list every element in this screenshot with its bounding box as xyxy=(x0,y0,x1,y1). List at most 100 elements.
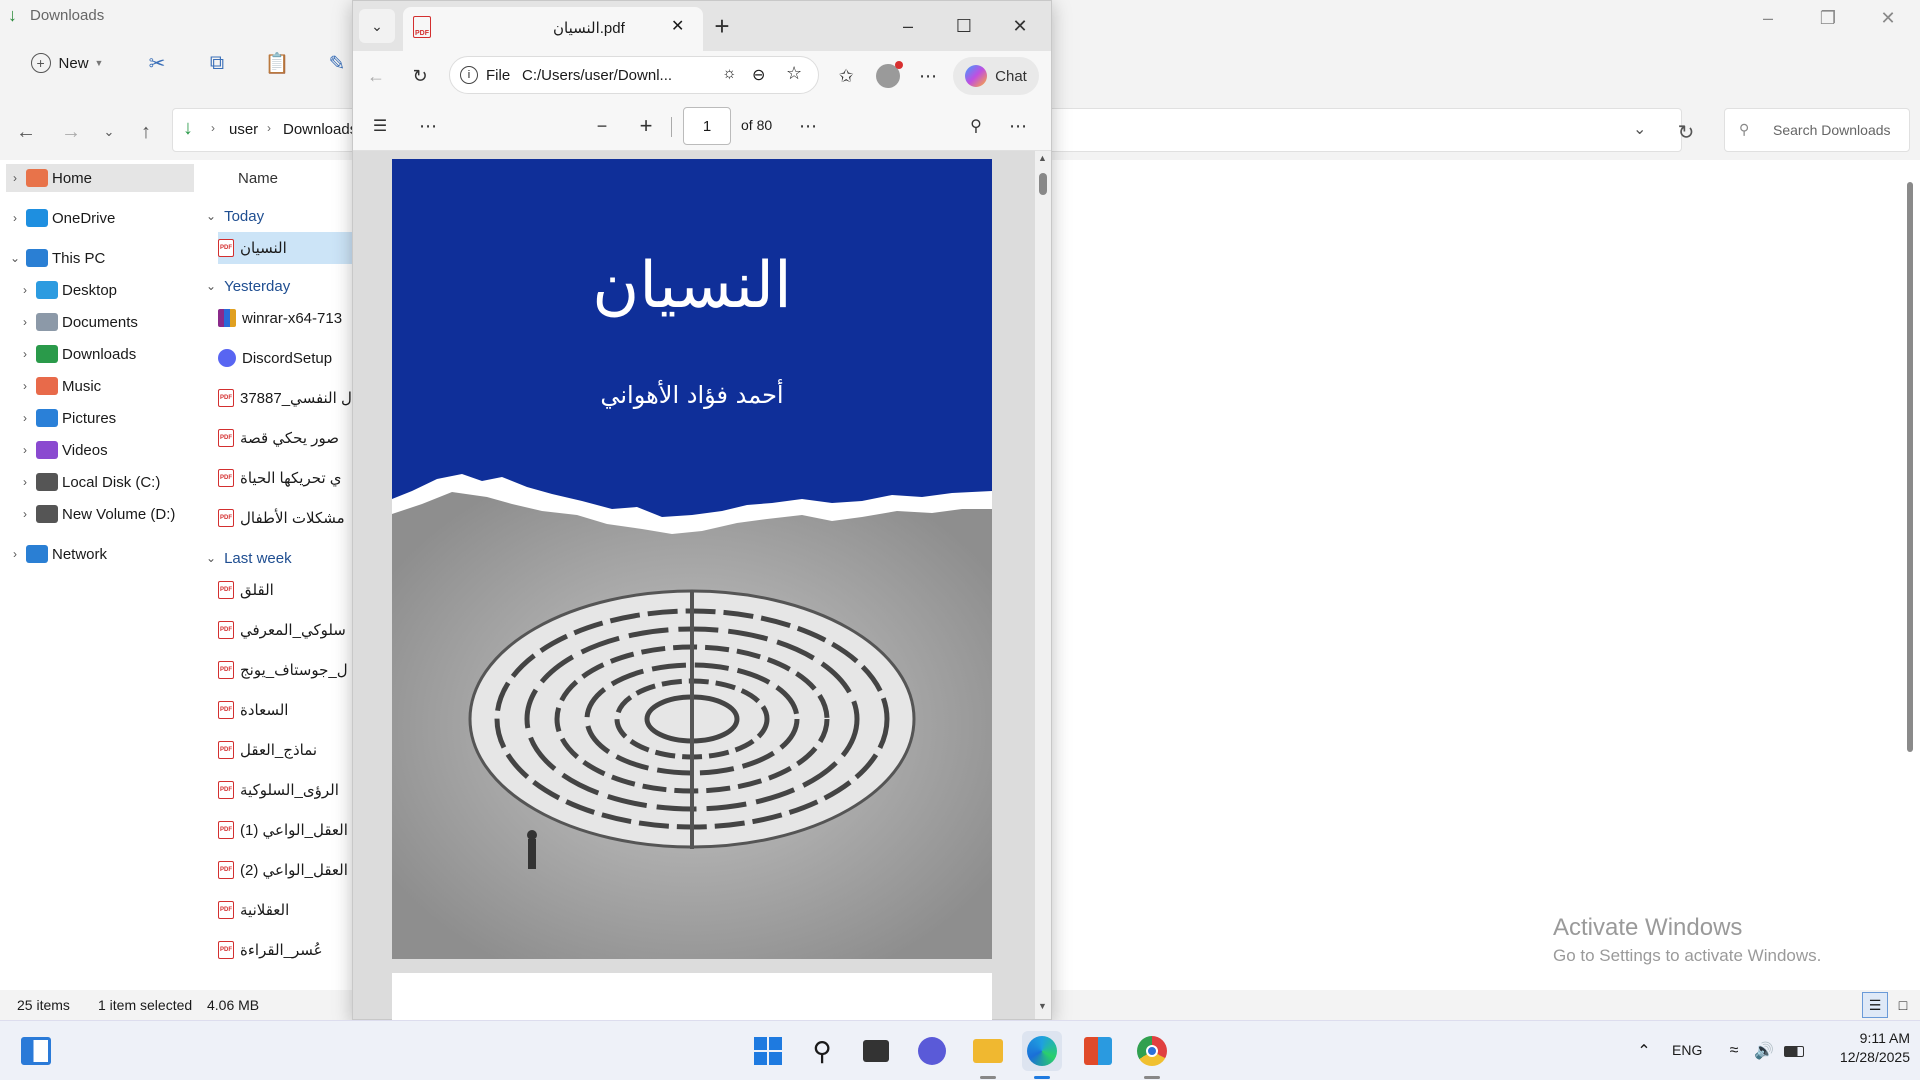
chevron-right-icon[interactable]: › xyxy=(16,507,34,521)
page-number-input[interactable]: 1 xyxy=(683,107,731,145)
new-tab-button[interactable]: + xyxy=(707,11,737,41)
file-item[interactable]: PDF العقل_الواعي (1) xyxy=(218,814,358,846)
chevron-right-icon[interactable]: › xyxy=(6,171,24,185)
new-button[interactable]: + New ▼ xyxy=(22,46,112,80)
breadcrumb-user[interactable]: user xyxy=(229,121,258,138)
read-aloud-icon[interactable]: ☼ xyxy=(722,65,737,83)
sidebar-item-documents[interactable]: › Documents xyxy=(16,308,194,336)
close-button[interactable]: ✕ xyxy=(1860,0,1916,36)
restore-button[interactable]: ❐ xyxy=(1800,0,1856,36)
pdf-overflow-button[interactable]: ⋯ xyxy=(1003,111,1033,141)
pdf-scrollbar[interactable]: ▲ ▼ xyxy=(1035,151,1051,1019)
edge-minimize-button[interactable]: – xyxy=(893,11,923,41)
sidebar-item-downloads[interactable]: › Downloads xyxy=(16,340,194,368)
contents-button[interactable]: ☰ xyxy=(365,111,395,141)
zoom-out-button[interactable]: − xyxy=(587,111,617,141)
file-item[interactable]: PDF ل النفسي_37887 xyxy=(218,382,358,414)
group-header-yesterday[interactable]: ⌄ Yesterday xyxy=(206,274,290,298)
battery-button[interactable] xyxy=(1774,1031,1814,1071)
group-header-last-week[interactable]: ⌄ Last week xyxy=(206,546,292,570)
tab-close-icon[interactable]: ✕ xyxy=(671,16,684,36)
widgets-button[interactable] xyxy=(16,1031,56,1071)
copilot-chat-button[interactable]: Chat xyxy=(953,57,1039,95)
back-button[interactable]: ← xyxy=(10,118,42,146)
minimize-button[interactable]: – xyxy=(1740,0,1796,36)
tab-actions-button[interactable]: ⌄ xyxy=(359,9,395,43)
edge-maximize-button[interactable]: ☐ xyxy=(949,11,979,41)
file-item[interactable]: PDF الرؤى_السلوكية xyxy=(218,774,358,806)
find-button[interactable]: ⚲ xyxy=(961,111,991,141)
chevron-right-icon[interactable]: › xyxy=(16,283,34,297)
file-item[interactable]: PDF النسيان xyxy=(218,232,358,264)
sidebar-item-music[interactable]: › Music xyxy=(16,372,194,400)
store-button[interactable] xyxy=(1078,1031,1118,1071)
sidebar-item-onedrive[interactable]: › OneDrive xyxy=(6,204,194,232)
chevron-right-icon[interactable]: › xyxy=(16,379,34,393)
edge-close-button[interactable]: ✕ xyxy=(1005,11,1035,41)
tiles-view-button[interactable]: □ xyxy=(1890,992,1916,1018)
chat-app-button[interactable] xyxy=(912,1031,952,1071)
details-view-button[interactable]: ☰ xyxy=(1862,992,1888,1018)
up-button[interactable]: ↑ xyxy=(130,118,162,146)
file-item[interactable]: PDF سلوكي_المعرفي xyxy=(218,614,358,646)
rename-button[interactable]: ✎ xyxy=(320,46,354,80)
sidebar-item-desktop[interactable]: › Desktop xyxy=(16,276,194,304)
page-more-button[interactable]: ⋯ xyxy=(793,111,823,141)
file-item[interactable]: PDF ل_جوستاف_يونج xyxy=(218,654,358,686)
chevron-right-icon[interactable]: › xyxy=(16,347,34,361)
language-indicator[interactable]: ENG xyxy=(1672,1042,1702,1058)
file-item[interactable]: DiscordSetup xyxy=(218,342,358,374)
sidebar-item-videos[interactable]: › Videos xyxy=(16,436,194,464)
file-item[interactable]: PDF عُسر_القراءة xyxy=(218,934,358,966)
edge-button[interactable] xyxy=(1022,1031,1062,1079)
address-bar[interactable]: i File C:/Users/user/Downl... ☼ ⊖ ☆ xyxy=(449,56,819,94)
sidebar-item-pictures[interactable]: › Pictures xyxy=(16,404,194,432)
column-header-name[interactable]: Name xyxy=(238,170,278,187)
favorites-button[interactable]: ✩ xyxy=(831,61,861,91)
explorer-scrollbar[interactable] xyxy=(1907,182,1913,752)
chevron-right-icon[interactable]: › xyxy=(6,547,24,561)
recent-locations-button[interactable]: ⌄ xyxy=(93,118,125,146)
copy-button[interactable]: ⧉ xyxy=(200,46,234,80)
zoom-out-icon[interactable]: ⊖ xyxy=(752,65,765,85)
file-item[interactable]: PDF ي تحريكها الحياة xyxy=(218,462,358,494)
clock[interactable]: 9:11 AM 12/28/2025 xyxy=(1820,1029,1910,1067)
file-item[interactable]: PDF نماذج_العقل xyxy=(218,734,358,766)
scrollbar-thumb[interactable] xyxy=(1039,173,1047,195)
file-explorer-button[interactable] xyxy=(968,1031,1008,1079)
start-button[interactable] xyxy=(748,1031,788,1071)
chevron-down-icon[interactable]: ⌄ xyxy=(6,251,24,265)
file-item[interactable]: PDF العقل_الواعي (2) xyxy=(218,854,358,886)
chevron-right-icon[interactable]: › xyxy=(16,475,34,489)
more-menu-button[interactable]: ⋯ xyxy=(913,61,943,91)
file-item[interactable]: PDF القلق xyxy=(218,574,358,606)
browser-back-button[interactable]: ← xyxy=(361,61,391,91)
file-item[interactable]: winrar-x64-713 xyxy=(218,302,358,334)
sidebar-item-new-volume-d[interactable]: › New Volume (D:) xyxy=(16,500,194,528)
pdf-more-button[interactable]: ⋯ xyxy=(413,111,443,141)
favorite-star-icon[interactable]: ☆ xyxy=(786,63,802,84)
sidebar-item-home[interactable]: › Home xyxy=(6,164,194,192)
search-input[interactable]: ⚲ Search Downloads xyxy=(1724,108,1910,152)
sidebar-item-network[interactable]: › Network xyxy=(6,540,194,568)
task-view-button[interactable] xyxy=(856,1031,896,1071)
chevron-right-icon[interactable]: › xyxy=(16,315,34,329)
group-header-today[interactable]: ⌄ Today xyxy=(206,204,264,228)
search-button[interactable]: ⚲ xyxy=(802,1031,842,1071)
forward-button[interactable]: → xyxy=(55,118,87,146)
chevron-right-icon[interactable]: › xyxy=(6,211,24,225)
sidebar-item-local-disk-c[interactable]: › Local Disk (C:) xyxy=(16,468,194,496)
paste-button[interactable]: 📋 xyxy=(260,46,294,80)
sidebar-item-this-pc[interactable]: ⌄ This PC xyxy=(6,244,194,272)
breadcrumb-downloads[interactable]: Downloads xyxy=(283,121,357,138)
cut-button[interactable]: ✂ xyxy=(140,46,174,80)
refresh-button[interactable]: ↻ xyxy=(1670,118,1702,146)
file-item[interactable]: PDF العقلانية xyxy=(218,894,358,926)
tab-pdf[interactable]: PDF النسيان.pdf ✕ xyxy=(403,7,703,51)
chrome-button[interactable] xyxy=(1132,1031,1172,1079)
zoom-in-button[interactable]: + xyxy=(631,111,661,141)
chevron-right-icon[interactable]: › xyxy=(16,443,34,457)
file-item[interactable]: PDF السعادة xyxy=(218,694,358,726)
show-hidden-icons-button[interactable]: ⌃ xyxy=(1624,1031,1664,1071)
profile-button[interactable] xyxy=(873,61,903,91)
